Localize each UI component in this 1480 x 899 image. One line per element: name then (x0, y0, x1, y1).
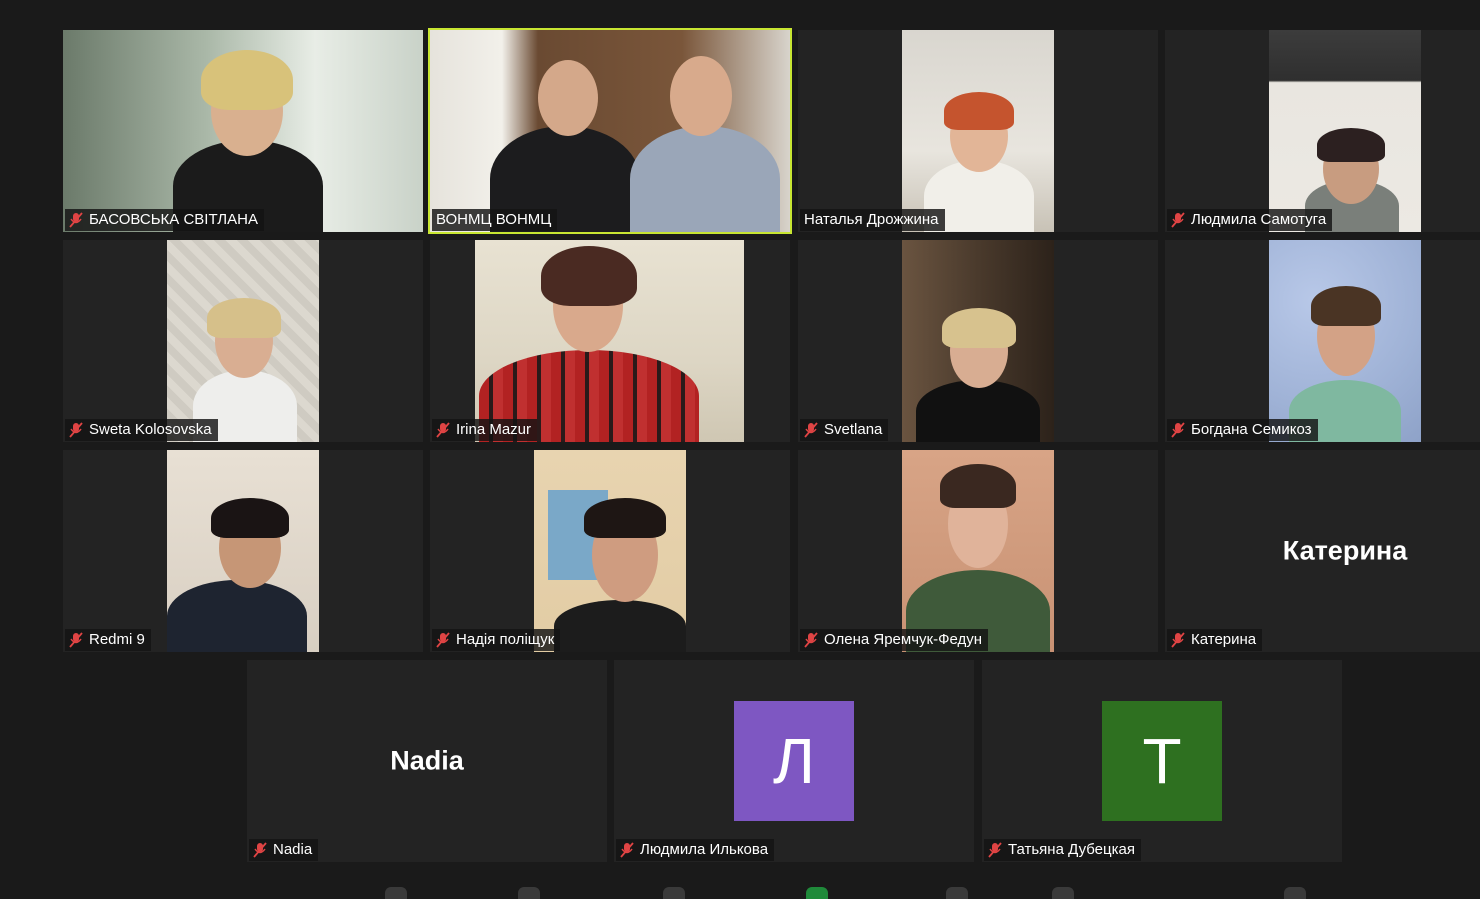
participant-tile-ilkova[interactable]: Л Людмила Илькова (614, 660, 974, 862)
chat-icon[interactable] (806, 887, 828, 899)
participant-name: БАСОВСЬКА СВІТЛАНА (89, 211, 258, 228)
participant-name-label: Nadia (249, 839, 319, 861)
mic-muted-icon (804, 632, 818, 648)
participant-name-label: Людмила Самотуга (1167, 209, 1333, 231)
participant-name: Богдана Семикоз (1191, 421, 1312, 438)
participant-tile-kolosovska[interactable]: Sweta Kolosovska (63, 240, 423, 442)
participant-name: Nadia (273, 841, 313, 858)
participant-name: Надія поліщук (456, 631, 555, 648)
participant-name: Катерина (1191, 631, 1257, 648)
video-feed (475, 240, 744, 442)
participant-name: Irina Mazur (456, 421, 532, 438)
avatar-letter: Т (1142, 725, 1182, 797)
video-feed (534, 450, 686, 652)
participant-avatar: Л (734, 701, 854, 821)
participant-tile-yaremchuk[interactable]: Олена Яремчук-Федун (798, 450, 1158, 652)
participant-name-label: Олена Яремчук-Федун (800, 629, 989, 651)
participant-name-label: Людмила Илькова (616, 839, 775, 861)
video-icon[interactable] (518, 887, 540, 899)
participant-name: Татьяна Дубецкая (1008, 841, 1135, 858)
mic-muted-icon (69, 422, 83, 438)
share-screen-icon[interactable] (946, 887, 968, 899)
participants-icon[interactable] (663, 887, 685, 899)
participant-tile-mazur[interactable]: Irina Mazur (430, 240, 790, 442)
participant-display-name: Катерина (1282, 535, 1408, 566)
participant-name-label: Татьяна Дубецкая (984, 839, 1141, 861)
participant-name: Людмила Самотуга (1191, 211, 1327, 228)
participant-name-label: Redmi 9 (65, 629, 151, 651)
participant-tile-svetlana[interactable]: Svetlana (798, 240, 1158, 442)
mic-muted-icon (69, 632, 83, 648)
participant-name-label: Катерина (1167, 629, 1263, 651)
participant-tile-dubetskaya[interactable]: Т Татьяна Дубецкая (982, 660, 1342, 862)
participant-name-label: Наталья Дрожжина (800, 209, 945, 231)
mic-muted-icon (436, 632, 450, 648)
mic-muted-icon (620, 842, 634, 858)
participant-name: Svetlana (824, 421, 883, 438)
video-feed (1269, 30, 1421, 232)
participant-tile-drozhzhina[interactable]: Наталья Дрожжина (798, 30, 1158, 232)
video-feed (63, 30, 423, 232)
participant-name-label: Svetlana (800, 419, 889, 441)
video-feed (167, 240, 319, 442)
participant-tile-nadia[interactable]: Nadia Nadia (247, 660, 607, 862)
video-feed (902, 450, 1054, 652)
mic-muted-icon (253, 842, 267, 858)
video-feed (1269, 240, 1421, 442)
participant-name-label: ВОНМЦ ВОНМЦ (432, 209, 558, 231)
video-feed (430, 30, 790, 232)
participant-display-name: Nadia (390, 745, 464, 776)
participant-tile-kateryna[interactable]: Катерина Катерина (1165, 450, 1480, 652)
reactions-icon[interactable] (1284, 887, 1306, 899)
video-feed (902, 30, 1054, 232)
participant-tile-semykoz[interactable]: Богдана Семикоз (1165, 240, 1480, 442)
participant-tile-redmi[interactable]: Redmi 9 (63, 450, 423, 652)
participant-name: Людмила Илькова (640, 841, 769, 858)
participant-name-label: Богдана Семикоз (1167, 419, 1318, 441)
video-feed (167, 450, 319, 652)
participant-name: Redmi 9 (89, 631, 145, 648)
video-feed (902, 240, 1054, 442)
mic-muted-icon (804, 422, 818, 438)
participant-name: Наталья Дрожжина (804, 211, 939, 228)
participant-tile-samotuga[interactable]: Людмила Самотуга (1165, 30, 1480, 232)
participant-name-label: БАСОВСЬКА СВІТЛАНА (65, 209, 264, 231)
mic-muted-icon (1171, 422, 1185, 438)
meeting-toolbar (0, 879, 1480, 899)
participant-tile-basovska[interactable]: БАСОВСЬКА СВІТЛАНА (63, 30, 423, 232)
mic-muted-icon (69, 212, 83, 228)
participant-tile-vonmc[interactable]: ВОНМЦ ВОНМЦ (428, 28, 792, 234)
audio-icon[interactable] (385, 887, 407, 899)
mic-muted-icon (1171, 632, 1185, 648)
participant-name-label: Надія поліщук (432, 629, 561, 651)
participant-avatar: Т (1102, 701, 1222, 821)
mic-muted-icon (436, 422, 450, 438)
participant-name: ВОНМЦ ВОНМЦ (436, 211, 552, 228)
participant-name: Олена Яремчук-Федун (824, 631, 983, 648)
participant-name-label: Irina Mazur (432, 419, 538, 441)
participant-name-label: Sweta Kolosovska (65, 419, 218, 441)
participant-name: Sweta Kolosovska (89, 421, 212, 438)
mic-muted-icon (1171, 212, 1185, 228)
participant-tile-polishchuk[interactable]: Надія поліщук (430, 450, 790, 652)
record-icon[interactable] (1052, 887, 1074, 899)
avatar-letter: Л (773, 725, 815, 797)
mic-muted-icon (988, 842, 1002, 858)
